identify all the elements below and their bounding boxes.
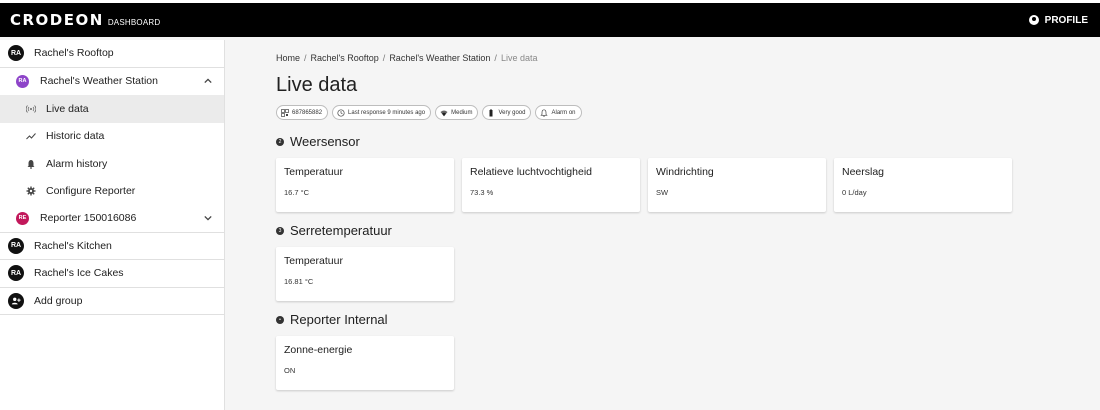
sensor-card[interactable]: Temperatuur 16.81 °C xyxy=(276,247,454,301)
avatar: RA xyxy=(8,45,24,62)
sidebar-item-label: Rachel's Kitchen xyxy=(34,239,112,252)
chevron-down-icon[interactable] xyxy=(204,214,212,222)
brand-subtitle: DASHBOARD xyxy=(107,18,161,27)
battery-icon xyxy=(489,108,493,116)
sidebar-item-label: Live data xyxy=(46,102,89,115)
wifi-icon xyxy=(440,110,448,116)
signal-chip[interactable]: Medium xyxy=(435,105,479,120)
card-value: ON xyxy=(284,366,296,375)
account-circle-icon xyxy=(1028,15,1039,25)
breadcrumb-separator: / xyxy=(494,53,497,63)
main-content: Home / Rachel's Rooftop / Rachel's Weath… xyxy=(276,40,1076,390)
sensor-card[interactable]: Windrichting SW xyxy=(648,158,826,212)
section-title: Weersensor xyxy=(290,134,360,149)
sensor-card[interactable]: Relatieve luchtvochtigheid 73.3 % xyxy=(462,158,640,212)
avatar: RA xyxy=(8,237,24,254)
section-heading: • Reporter Internal xyxy=(276,312,1076,327)
section-title: Reporter Internal xyxy=(290,312,388,327)
sidebar-item-weather-station[interactable]: RA Rachel's Weather Station xyxy=(0,68,224,96)
sensor-cards: Temperatuur 16.7 °C Relatieve luchtvocht… xyxy=(276,158,1076,212)
sidebar-item-label: Add group xyxy=(34,294,83,307)
add-group-button[interactable]: Add group xyxy=(0,288,224,315)
breadcrumb-home[interactable]: Home xyxy=(276,53,300,63)
sidebar-item-rachels-kitchen[interactable]: RA Rachel's Kitchen xyxy=(0,233,224,260)
avatar: RA xyxy=(16,74,29,88)
sensor-card[interactable]: Temperatuur 16.7 °C xyxy=(276,158,454,212)
breadcrumb-weather-station[interactable]: Rachel's Weather Station xyxy=(389,53,490,63)
sidebar-item-configure-reporter[interactable]: Configure Reporter xyxy=(0,178,224,206)
brand-logo: CRODEON xyxy=(10,11,104,29)
sidebar-item-historic-data[interactable]: Historic data xyxy=(0,123,224,151)
card-label: Temperatuur xyxy=(284,166,343,178)
profile-button[interactable]: PROFILE xyxy=(1028,14,1088,26)
qr-icon xyxy=(281,108,289,117)
chip-label: Alarm on xyxy=(551,109,576,116)
breadcrumb: Home / Rachel's Rooftop / Rachel's Weath… xyxy=(276,53,1076,63)
avatar: RA xyxy=(8,265,24,282)
section-bullet-icon: 3 xyxy=(276,226,284,235)
trend-icon xyxy=(26,131,36,141)
card-label: Neerslag xyxy=(842,166,885,178)
breadcrumb-separator: / xyxy=(382,53,386,63)
section-title: Serretemperatuur xyxy=(290,223,392,238)
sidebar-item-label: Rachel's Ice Cakes xyxy=(34,267,124,280)
page-title: Live data xyxy=(276,74,358,96)
top-app-bar: CRODEON DASHBOARD PROFILE xyxy=(0,0,1100,37)
card-label: Windrichting xyxy=(656,166,714,178)
section-bullet-icon: • xyxy=(276,315,284,324)
card-label: Zonne-energie xyxy=(284,344,353,356)
bell-icon xyxy=(26,159,36,169)
status-chips: 687865882 Last response 9 minutes ago Me… xyxy=(276,105,1076,120)
sensor-cards: Zonne-energie ON xyxy=(276,336,1076,390)
sidebar-item-live-data[interactable]: Live data xyxy=(0,95,224,123)
card-label: Relatieve luchtvochtigheid xyxy=(470,166,592,178)
card-value: SW xyxy=(656,188,669,197)
sidebar-item-rachels-rooftop[interactable]: RA Rachel's Rooftop xyxy=(0,40,224,68)
sidebar-item-label: Reporter 150016086 xyxy=(40,212,137,225)
sensor-card[interactable]: Zonne-energie ON xyxy=(276,336,454,390)
sidebar-item-label: Historic data xyxy=(46,130,105,143)
card-value: 0 L/day xyxy=(842,188,867,197)
add-group-icon xyxy=(8,292,24,309)
sensor-cards: Temperatuur 16.81 °C xyxy=(276,247,1076,301)
avatar: RE xyxy=(16,211,29,225)
breadcrumb-rooftop[interactable]: Rachel's Rooftop xyxy=(311,53,379,63)
breadcrumb-separator: / xyxy=(304,53,307,63)
sidebar: RA Rachel's Rooftop RA Rachel's Weather … xyxy=(0,40,225,410)
broadcast-icon xyxy=(26,104,36,114)
sidebar-item-label: Configure Reporter xyxy=(46,185,136,198)
serial-chip[interactable]: 687865882 xyxy=(276,105,329,120)
gear-icon xyxy=(26,186,36,196)
section-bullet-icon: 2 xyxy=(276,137,284,146)
brand[interactable]: CRODEON DASHBOARD xyxy=(10,11,160,29)
sidebar-item-label: Alarm history xyxy=(46,157,108,170)
section-heading: 2 Weersensor xyxy=(276,134,1076,149)
sidebar-item-label: Rachel's Rooftop xyxy=(34,47,114,60)
chip-label: Last response 9 minutes ago xyxy=(348,109,426,116)
card-value: 16.7 °C xyxy=(284,188,310,197)
breadcrumb-current: Live data xyxy=(500,53,538,63)
card-value: 16.81 °C xyxy=(284,277,314,286)
alarm-chip[interactable]: Alarm on xyxy=(535,105,582,120)
sensor-card[interactable]: Neerslag 0 L/day xyxy=(834,158,1012,212)
sidebar-item-alarm-history[interactable]: Alarm history xyxy=(0,150,224,178)
sidebar-item-label: Rachel's Weather Station xyxy=(40,75,158,88)
bell-icon xyxy=(540,108,549,117)
chip-label: 687865882 xyxy=(292,109,323,116)
sidebar-item-reporter[interactable]: RE Reporter 150016086 xyxy=(0,205,224,233)
profile-label: PROFILE xyxy=(1044,14,1088,26)
sidebar-item-rachels-ice-cakes[interactable]: RA Rachel's Ice Cakes xyxy=(0,260,224,288)
history-icon xyxy=(337,108,345,117)
last-response-chip[interactable]: Last response 9 minutes ago xyxy=(332,105,432,120)
battery-chip[interactable]: Very good xyxy=(482,105,532,120)
chip-label: Very good xyxy=(498,109,526,116)
card-label: Temperatuur xyxy=(284,255,343,267)
chevron-up-icon[interactable] xyxy=(204,77,212,85)
chip-label: Medium xyxy=(451,109,473,116)
section-heading: 3 Serretemperatuur xyxy=(276,223,1076,238)
card-value: 73.3 % xyxy=(470,188,494,197)
